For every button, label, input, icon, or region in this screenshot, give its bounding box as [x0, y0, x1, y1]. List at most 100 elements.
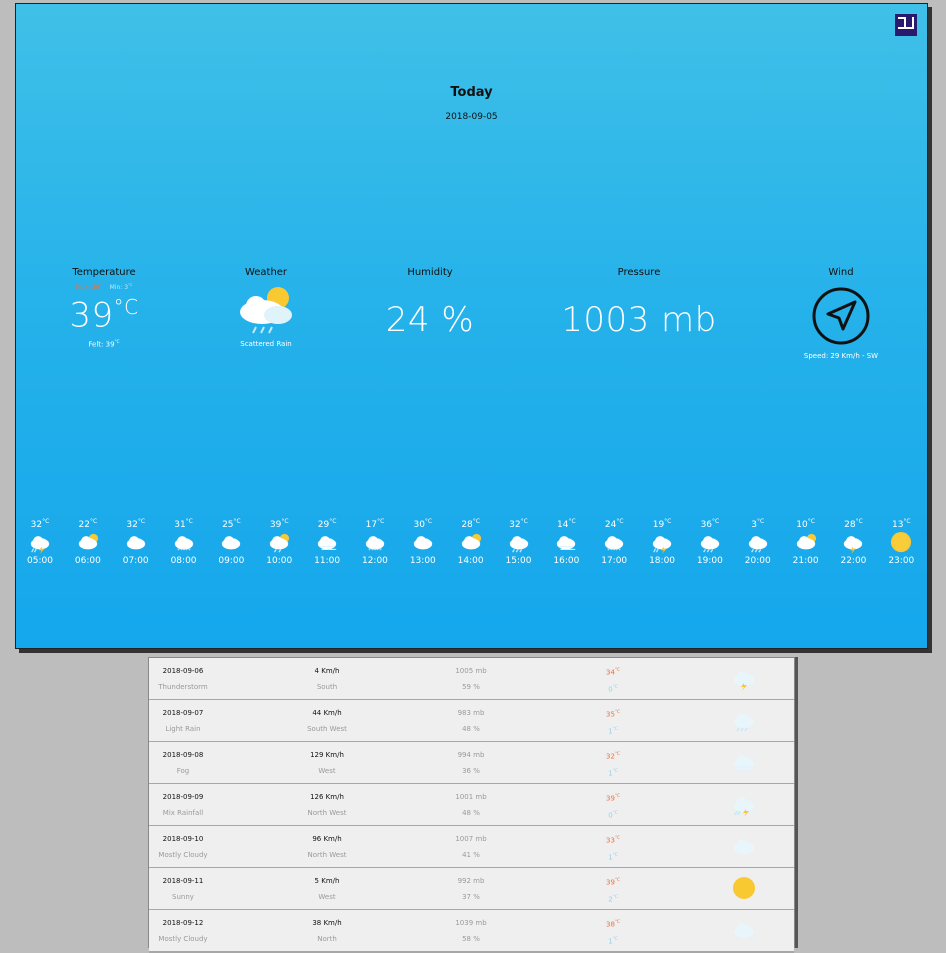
- hour-item: 36°C 19:00: [694, 518, 726, 566]
- hour-temp: 3°C: [751, 518, 765, 530]
- temperature-max: Max: 39°C: [75, 283, 104, 291]
- forecast-date-cell: 2018-09-11 Sunny: [162, 877, 204, 901]
- hour-time: 23:00: [888, 556, 915, 566]
- cloud-icon: [222, 536, 241, 550]
- forecast-pressure-cell: 1039 mb 58 %: [455, 919, 487, 943]
- wind-speed: Speed: 29 Km/h - SW: [803, 352, 879, 360]
- fog-icon: [317, 536, 337, 550]
- hour-item: 13°C 23:00: [885, 518, 917, 566]
- hour-temp: 28°C: [844, 518, 863, 530]
- forecast-row[interactable]: 2018-09-07 Light Rain 44 Km/h South West 983…: [149, 700, 794, 743]
- hour-item: 14°C 16:00: [550, 518, 582, 566]
- wind-direction-icon: [812, 287, 870, 345]
- forecast-temp-cell: 35°C 1°C: [606, 709, 620, 736]
- forecast-row[interactable]: 2018-09-11 Sunny 5 Km/h West 992 mb 37 % 39°C 2…: [149, 868, 794, 911]
- today-date: 2018-09-05: [445, 112, 498, 122]
- forecast-pressure-cell: 1007 mb 41 %: [455, 835, 487, 859]
- forecast-row[interactable]: 2018-09-09 Mix Rainfall 126 Km/h North West…: [149, 784, 794, 827]
- storm-icon: [734, 671, 754, 691]
- hour-temp: 29°C: [317, 518, 337, 530]
- hour-temp: 14°C: [557, 518, 576, 530]
- hour-time: 07:00: [122, 556, 149, 566]
- hour-time: 17:00: [601, 556, 628, 566]
- forecast-row[interactable]: 2018-09-06 Thunderstorm 4 Km/h South 1005 mb…: [149, 658, 794, 701]
- hour-item: 19°C 18:00: [646, 518, 678, 566]
- forecast-wind-cell: 126 Km/h North West: [307, 793, 347, 817]
- hour-item: 32°C 15:00: [503, 518, 535, 566]
- hour-time: 09:00: [218, 556, 245, 566]
- snow-icon: *****: [605, 536, 624, 554]
- hour-time: 06:00: [74, 556, 101, 566]
- forecast-temp-cell: 39°C 0°C: [606, 793, 620, 820]
- temperature-block: Temperature Max: 39°C Min: 3°C 39°C Felt…: [54, 267, 154, 349]
- today-title: Today: [450, 85, 493, 100]
- hour-temp: 24°C: [604, 518, 624, 530]
- forecast-wind-cell: 4 Km/h South: [314, 667, 340, 691]
- forecast-date-cell: 2018-09-12 Mostly Cloudy: [158, 919, 208, 943]
- hour-temp: 32°C: [509, 518, 528, 530]
- pressure-block: Pressure 1003 mb: [554, 267, 724, 340]
- hour-temp: 39°C: [269, 518, 289, 530]
- svg-text:*****: *****: [177, 548, 191, 554]
- hour-temp: 36°C: [700, 518, 720, 530]
- partly-sunny-icon: [796, 533, 816, 550]
- forecast-wind-cell: 129 Km/h West: [310, 751, 344, 775]
- hour-temp: 10°C: [796, 518, 815, 530]
- cloud-icon: [734, 839, 754, 854]
- fog-icon: [557, 536, 576, 550]
- hour-temp: 13°C: [891, 518, 911, 530]
- hour-item: 31°C ***** 08:00: [168, 518, 200, 566]
- svg-text:*****: *****: [368, 548, 382, 554]
- wind-block: Wind Speed: 29 Km/h - SW: [791, 267, 891, 360]
- hour-time: 14:00: [457, 556, 484, 566]
- forecast-row[interactable]: 2018-09-08 Fog 129 Km/h West 994 mb 36 % 32°C 1…: [149, 742, 794, 785]
- storm-rain-icon: [30, 536, 50, 554]
- hour-item: 24°C ***** 17:00: [598, 518, 630, 566]
- forecast-row[interactable]: 2018-09-12 Mostly Cloudy 38 Km/h North 1039 …: [149, 910, 794, 953]
- forecast-wind-cell: 38 Km/h North: [312, 919, 342, 943]
- hour-temp: 17°C: [365, 518, 385, 530]
- hour-time: 20:00: [744, 556, 771, 566]
- forecast-date-cell: 2018-09-07 Light Rain: [162, 709, 204, 733]
- humidity-block: Humidity 24 %: [370, 267, 490, 340]
- hour-item: 30°C 13:00: [407, 518, 439, 566]
- forecast-temp-cell: 32°C 1°C: [606, 751, 620, 778]
- partly-cloudy-rain-icon: [240, 287, 292, 334]
- forecast-wind-cell: 5 Km/h West: [314, 877, 340, 901]
- forecast-wind-cell: 44 Km/h South West: [307, 709, 347, 733]
- hour-time: 18:00: [649, 556, 676, 566]
- pressure-value: 1003 mb: [561, 300, 717, 340]
- sun-cloud-rain-icon: [270, 533, 290, 553]
- snow-icon: *****: [174, 536, 193, 554]
- daily-forecast-table: 2018-09-06 Thunderstorm 4 Km/h South 1005 mb…: [148, 657, 795, 953]
- forecast-temp-cell: 33°C 1°C: [606, 835, 620, 862]
- hour-time: 15:00: [505, 556, 532, 566]
- hour-temp: 31°C: [174, 518, 193, 530]
- hour-item: 39°C 10:00: [263, 518, 295, 566]
- forecast-pressure-cell: 1001 mb 48 %: [455, 793, 487, 817]
- hour-time: 21:00: [792, 556, 819, 566]
- forecast-date-cell: 2018-09-06 Thunderstorm: [158, 667, 208, 691]
- hour-item: 22°C 06:00: [72, 518, 104, 566]
- hour-temp: 30°C: [413, 518, 433, 530]
- weather-condition: Scattered Rain: [240, 340, 292, 348]
- hour-item: 28°C 14:00: [455, 518, 487, 566]
- hour-time: 19:00: [696, 556, 723, 566]
- fog-icon: [734, 755, 754, 771]
- hour-item: 17°C ***** 12:00: [359, 518, 391, 566]
- humidity-label: Humidity: [407, 267, 453, 278]
- pressure-label: Pressure: [617, 267, 661, 278]
- forecast-pressure-cell: 992 mb 37 %: [457, 877, 485, 901]
- today-panel: Today 2018-09-05 Temperature Max: 39°C M…: [15, 3, 928, 649]
- hour-item: 10°C 21:00: [790, 518, 822, 566]
- menu-corner-icon[interactable]: [895, 14, 917, 36]
- sun-icon: [891, 532, 912, 553]
- hour-item: 29°C 11:00: [311, 518, 343, 566]
- rain-icon: [734, 713, 754, 732]
- forecast-pressure-cell: 994 mb 36 %: [457, 751, 485, 775]
- hour-temp: 22°C: [78, 518, 98, 530]
- hour-time: 13:00: [409, 556, 436, 566]
- temperature-felt: Felt: 39°C: [88, 339, 120, 349]
- forecast-row[interactable]: 2018-09-10 Mostly Cloudy 96 Km/h North West…: [149, 826, 794, 869]
- rain-icon: [509, 536, 528, 553]
